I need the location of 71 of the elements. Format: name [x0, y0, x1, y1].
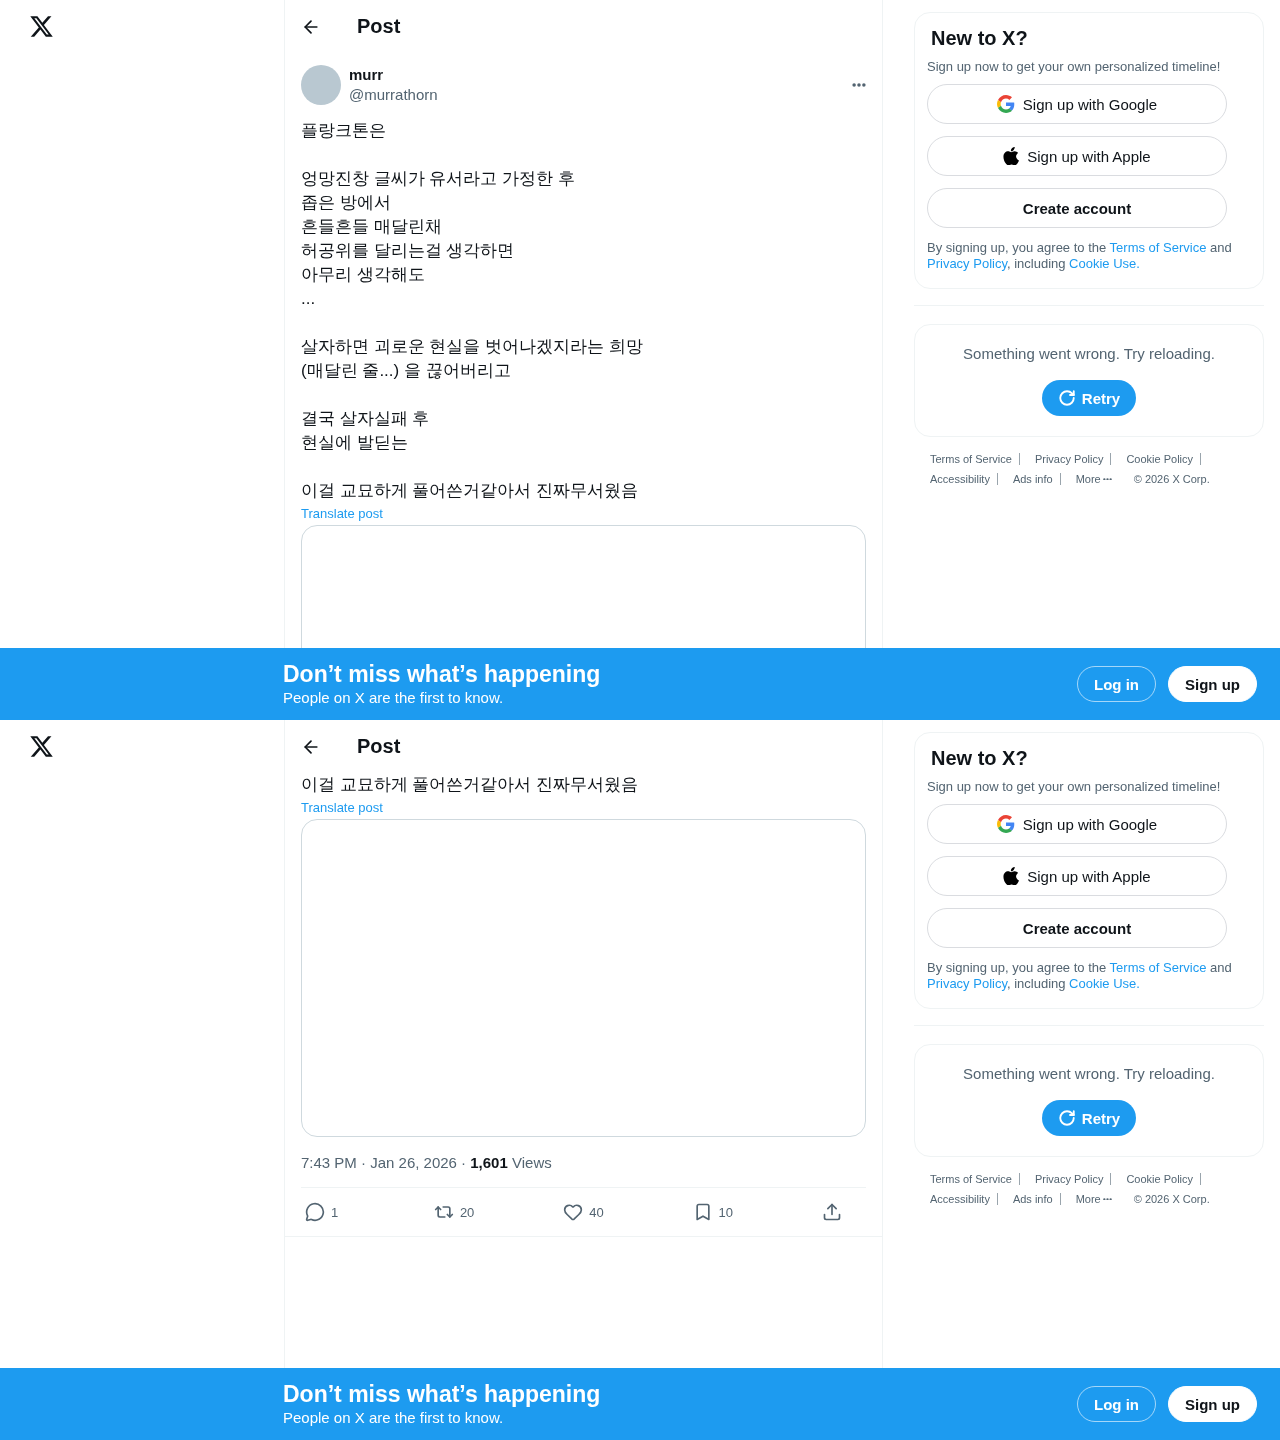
footer-link[interactable]: Ads info	[1012, 473, 1061, 485]
card-subtitle: Sign up now to get your own personalized timeline!	[927, 779, 1222, 794]
author-name[interactable]: murr	[349, 65, 844, 85]
footer-link[interactable]: Privacy Policy	[1034, 1173, 1112, 1185]
google-signup-button[interactable]: Sign up with Google	[927, 84, 1227, 124]
google-icon	[996, 95, 1015, 113]
card-title: New to X?	[931, 746, 1029, 771]
footer-link[interactable]: Terms of Service	[930, 453, 1020, 465]
legal-text: By signing up, you agree to the Terms of Service and Privacy Policy, including Cookie Use.	[927, 960, 1233, 992]
post-text-line: 현실에 발딛는	[301, 432, 409, 454]
google-icon	[996, 815, 1015, 833]
refresh-icon	[1057, 1109, 1076, 1127]
page-title: Post	[357, 735, 401, 758]
legal-text: By signing up, you agree to the Terms of Service and Privacy Policy, including Cookie Use.	[927, 240, 1233, 272]
footer-link[interactable]: Privacy Policy	[1034, 453, 1112, 465]
share-icon	[821, 1202, 842, 1222]
error-message: Something went wrong. Try reloading.	[963, 1065, 1215, 1082]
create-account-button[interactable]: Create account	[927, 188, 1227, 228]
banner-title: Don’t miss what’s happening	[283, 660, 602, 688]
signup-button[interactable]: Sign up	[1168, 666, 1257, 702]
post-text-line: ...	[301, 288, 317, 310]
like-button[interactable]: 40	[563, 1202, 604, 1222]
author-handle[interactable]: @murrathorn	[349, 85, 844, 105]
repost-button[interactable]: 20	[433, 1202, 475, 1222]
create-account-button[interactable]: Create account	[927, 908, 1227, 948]
more-icon	[1102, 1197, 1112, 1201]
apple-icon	[1003, 147, 1020, 165]
footer-link[interactable]: Accessibility	[930, 1193, 998, 1205]
post-text-line: 좁은 방에서	[301, 192, 392, 214]
footer-link[interactable]: Cookie Policy	[1126, 453, 1202, 465]
apple-signup-button[interactable]: Sign up with Apple	[927, 136, 1227, 176]
banner-subtitle: People on X are the first to know.	[283, 688, 505, 708]
more-icon	[1102, 477, 1112, 481]
footer-link[interactable]: More	[1075, 1193, 1119, 1205]
error-message: Something went wrong. Try reloading.	[963, 345, 1215, 362]
google-signup-button[interactable]: Sign up with Google	[927, 804, 1227, 844]
post-timestamp: 7:43 PM · Jan 26, 2026 · 1,601 Views	[301, 1137, 866, 1188]
post-text-line: (매달린 줄...) 을 끊어버리고	[301, 360, 512, 382]
post-text-line: 아무리 생각해도	[301, 264, 426, 286]
footer-link[interactable]: Accessibility	[930, 473, 998, 485]
copyright-text: © 2026 X Corp.	[1133, 473, 1210, 485]
more-icon	[852, 83, 866, 87]
reply-button[interactable]: 1	[305, 1202, 345, 1222]
post-text-line: 플랑크톤은	[301, 120, 387, 142]
card-subtitle: Sign up now to get your own personalized timeline!	[927, 59, 1222, 74]
post-text-line: 결국 살자실패 후	[301, 408, 431, 430]
post-text-line: 이걸 교묘하게 풀어쓴거같아서 진짜무서웠음	[301, 480, 640, 502]
bookmark-button[interactable]: 10	[692, 1202, 734, 1222]
refresh-icon	[1057, 389, 1076, 407]
copyright-text: © 2026 X Corp.	[1133, 1193, 1210, 1205]
apple-signup-button[interactable]: Sign up with Apple	[927, 856, 1227, 896]
post-text-line: 살자하면 괴로운 현실을 벗어나겠지라는 희망	[301, 336, 644, 358]
signup-button[interactable]: Sign up	[1168, 1386, 1257, 1422]
footer-link[interactable]: Ads info	[1012, 1193, 1061, 1205]
banner-subtitle: People on X are the first to know.	[283, 1408, 505, 1428]
speech-bubble-icon	[305, 1202, 325, 1222]
post-text-line: 허공위를 달리는걸 생각하면	[301, 240, 516, 262]
post-text-line: 흔들흔들 매달린채	[301, 216, 443, 238]
footer-link[interactable]: Cookie Policy	[1126, 1173, 1202, 1185]
x-logo[interactable]	[29, 14, 54, 39]
banner-title: Don’t miss what’s happening	[283, 1380, 602, 1408]
card-title: New to X?	[931, 26, 1029, 51]
more-options-button[interactable]	[852, 83, 866, 87]
x-logo[interactable]	[29, 734, 54, 759]
page-title: Post	[357, 15, 401, 38]
footer-link[interactable]: Terms of Service	[930, 1173, 1020, 1185]
apple-icon	[1003, 867, 1020, 885]
heart-icon	[563, 1202, 584, 1222]
post-text-line: 엉망진창 글씨가 유서라고 가정한 후	[301, 168, 576, 190]
footer-link[interactable]: More	[1075, 473, 1119, 485]
post-text-line: 이걸 교묘하게 풀어쓴거같아서 진짜무서웠음	[301, 774, 640, 796]
